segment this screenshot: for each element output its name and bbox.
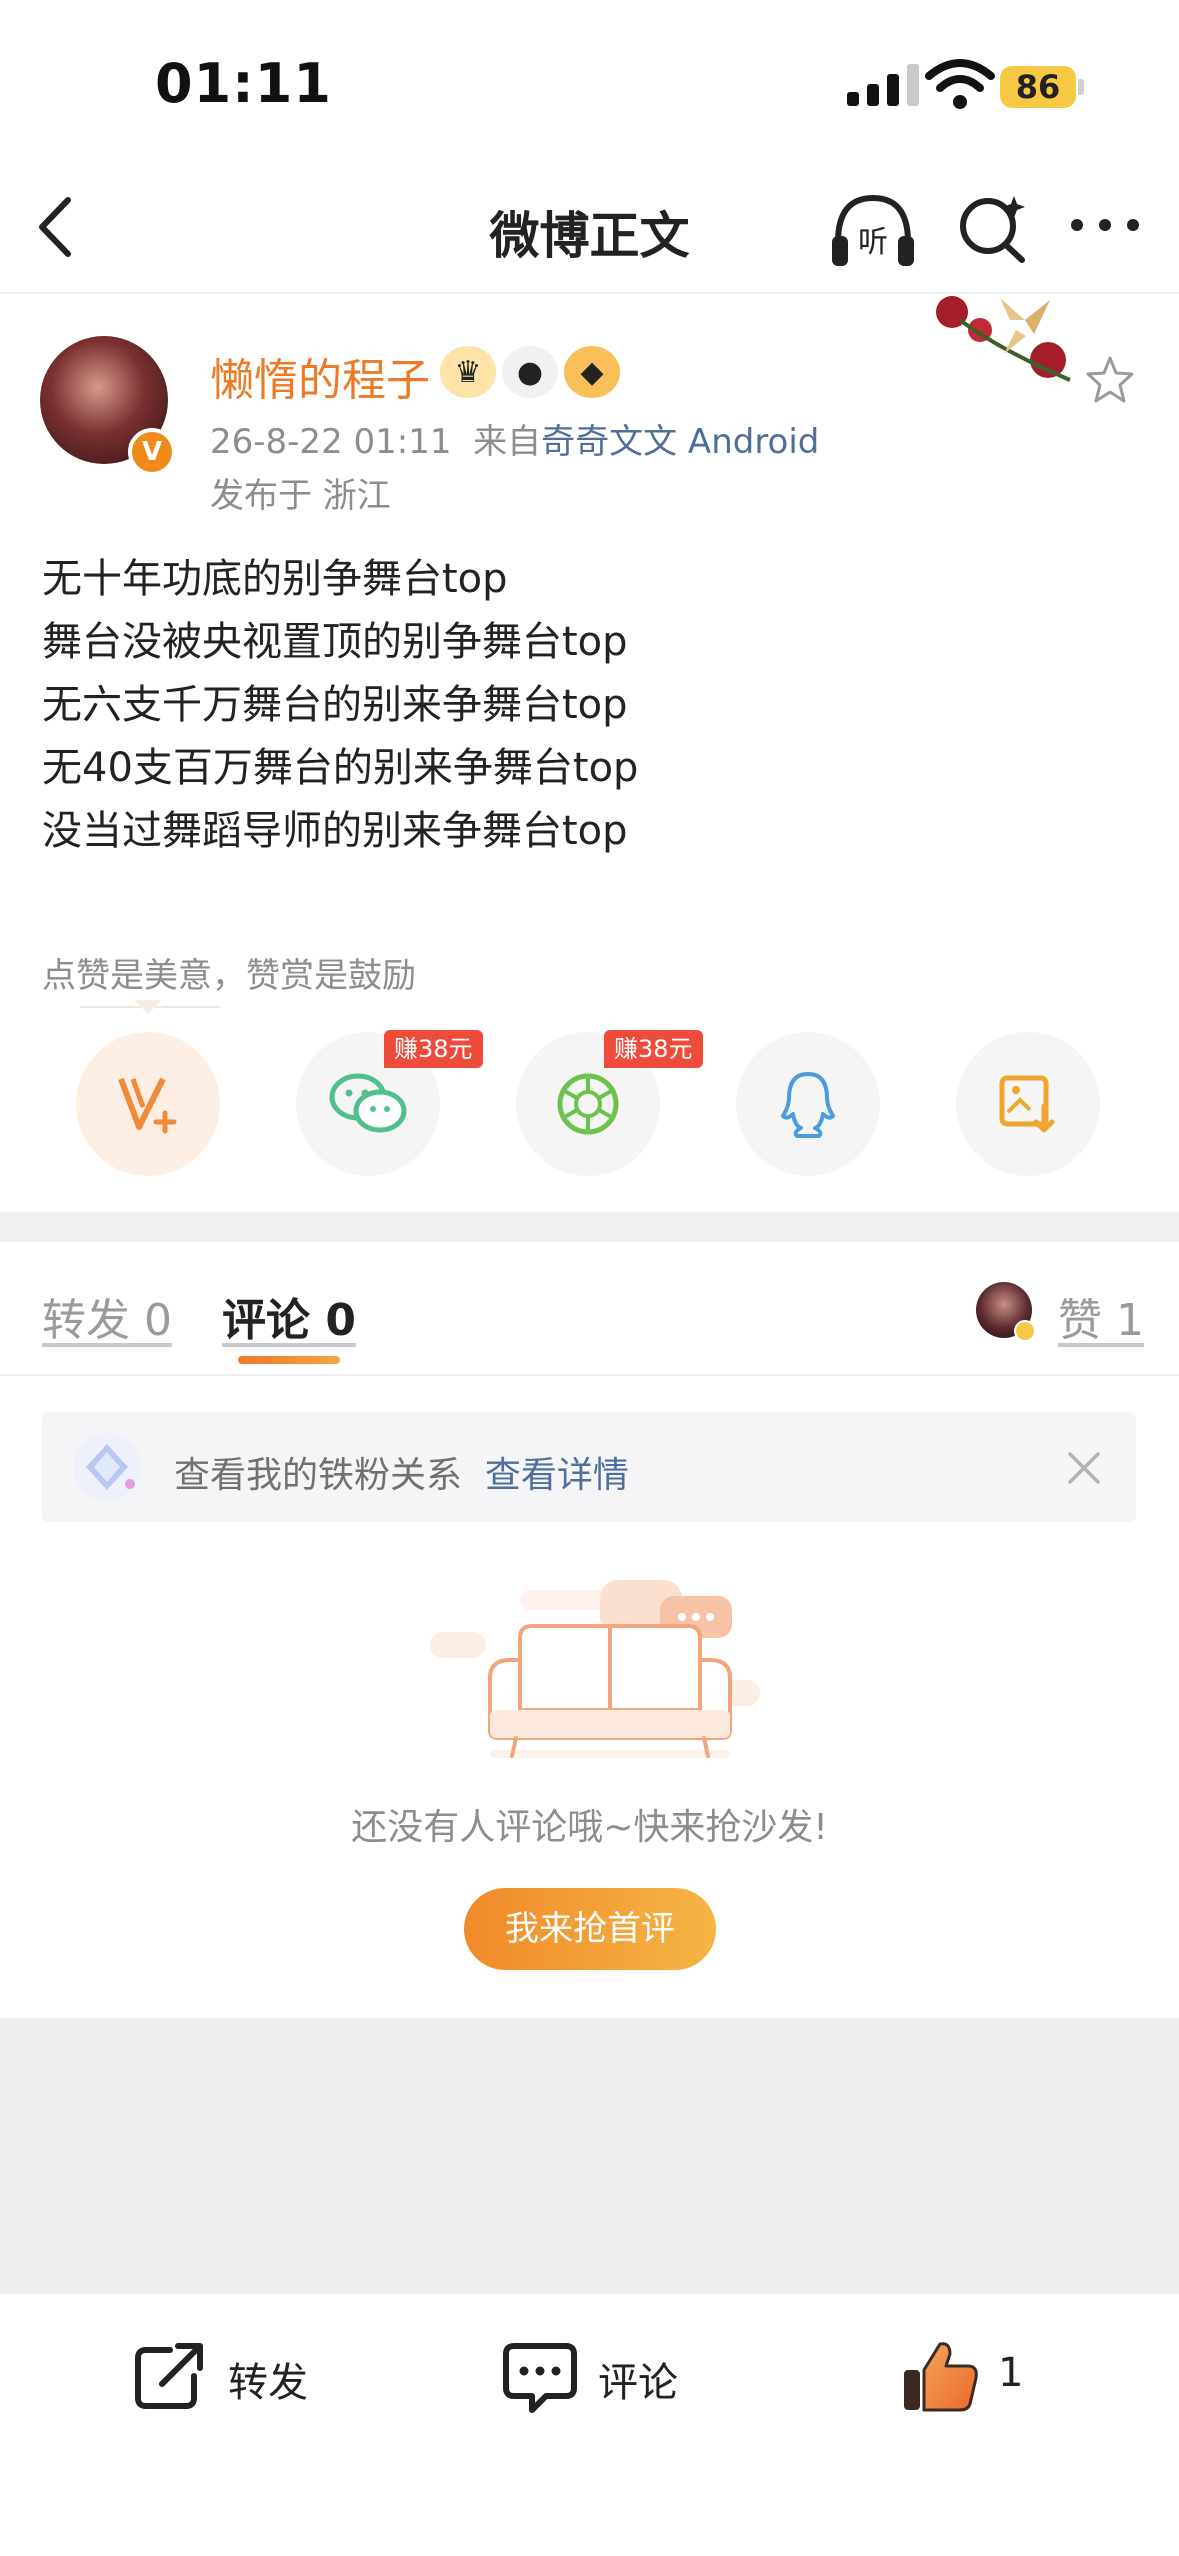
reward-note: 点赞是美意，赞赏是鼓励	[42, 956, 416, 996]
empty-comments-message: 还没有人评论哦~快来抢沙发!	[351, 1807, 828, 1848]
post-line: 无六支千万舞台的别来争舞台top	[42, 682, 628, 728]
rose-butterfly-decoration-icon	[936, 296, 1071, 382]
active-tab-indicator	[238, 1356, 340, 1364]
post-line: 舞台没被央视置顶的别争舞台top	[42, 619, 628, 665]
panda-badge-icon: ●	[502, 346, 558, 398]
source-prefix: 来自	[473, 422, 542, 462]
tab-likes[interactable]: 赞 1	[1058, 1284, 1144, 1348]
wechat-icon	[329, 1073, 407, 1133]
liker-verified-badge	[1014, 1320, 1036, 1342]
comment-label[interactable]: 评论	[598, 2350, 678, 2408]
more-options-icon[interactable]	[1065, 210, 1145, 240]
reward-caret	[134, 1000, 162, 1014]
repost-label[interactable]: 转发	[228, 2350, 308, 2408]
status-time: 01:11	[155, 52, 332, 115]
post-line: 没当过舞蹈导师的别来争舞台top	[42, 808, 628, 854]
user-badges[interactable]: ♛ ● ◆	[440, 346, 620, 402]
tab-comment[interactable]: 评论 0	[222, 1284, 356, 1348]
post-content: 无十年功底的别争舞台top 舞台没被央视置顶的别争舞台top 无六支千万舞台的别…	[42, 548, 638, 863]
repost-icon[interactable]	[130, 2336, 210, 2416]
cellular-signal-icon	[847, 64, 919, 106]
post-time: 26-8-22 01:11	[210, 422, 452, 462]
save-image-button[interactable]	[956, 1032, 1100, 1176]
reward-v-plus-icon	[118, 1077, 177, 1134]
wifi-icon	[925, 59, 995, 109]
crown-badge-icon: ♛	[440, 346, 496, 398]
search-icon[interactable]	[952, 186, 1032, 266]
tab-divider	[0, 1374, 1179, 1376]
qq-icon	[781, 1072, 835, 1138]
section-gap	[0, 1212, 1179, 1242]
favorite-star-icon[interactable]	[1082, 352, 1138, 408]
share-qq-button[interactable]	[736, 1032, 880, 1176]
fan-banner-text: 查看我的铁粉关系 查看详情	[174, 1446, 629, 1498]
moments-earn-tag: 赚38元	[604, 1030, 703, 1068]
wechat-earn-tag: 赚38元	[384, 1030, 483, 1068]
post-location: 发布于 浙江	[210, 476, 391, 516]
author-name[interactable]: 懒惰的程子	[210, 344, 430, 408]
post-meta: 26-8-22 01:11 来自奇奇文文 Android	[210, 414, 819, 463]
first-comment-button[interactable]: 我来抢首评	[464, 1888, 716, 1970]
moments-icon	[557, 1073, 619, 1135]
gray-filler-area	[0, 2018, 1179, 2294]
thumbs-up-liked-icon[interactable]	[900, 2336, 980, 2416]
fan-banner-label: 查看我的铁粉关系	[174, 1455, 463, 1496]
battery-tip	[1078, 79, 1084, 95]
battery-indicator: 86	[1000, 66, 1076, 108]
post-line: 无40支百万舞台的别来争舞台top	[42, 745, 639, 791]
tab-repost[interactable]: 转发 0	[42, 1284, 172, 1348]
listen-headphones-icon[interactable]: 听	[828, 190, 918, 270]
comment-icon[interactable]	[500, 2336, 580, 2416]
save-image-icon	[999, 1075, 1055, 1133]
close-icon[interactable]	[1064, 1448, 1104, 1488]
fish-badge-icon: ◆	[564, 346, 620, 398]
empty-sofa-illustration	[430, 1580, 760, 1758]
diamond-fan-icon	[73, 1433, 141, 1501]
post-line: 无十年功底的别争舞台top	[42, 556, 508, 602]
fan-details-link[interactable]: 查看详情	[485, 1455, 629, 1496]
verified-badge: V	[128, 428, 176, 476]
source-link[interactable]: 奇奇文文 Android	[541, 422, 819, 462]
reward-button[interactable]	[76, 1032, 220, 1176]
like-count[interactable]: 1	[998, 2350, 1023, 2396]
svg-text:听: 听	[858, 225, 888, 260]
